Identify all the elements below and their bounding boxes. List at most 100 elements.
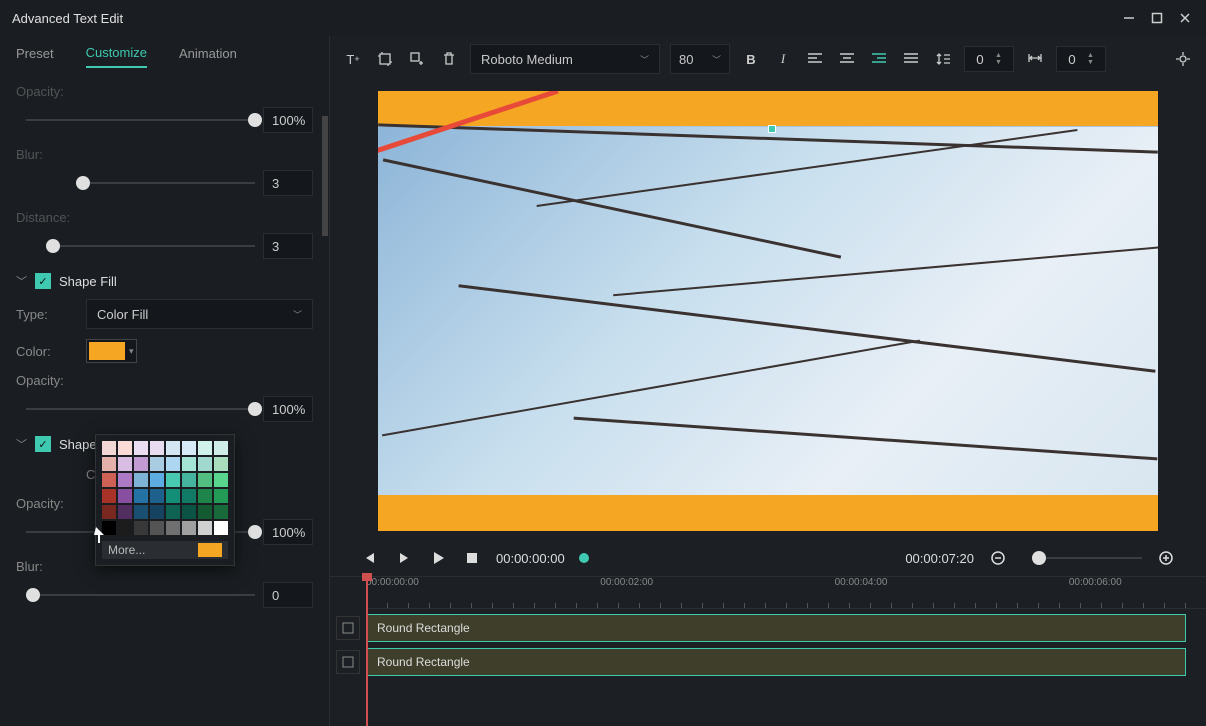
align-justify-icon[interactable] xyxy=(900,48,922,70)
color-cell[interactable] xyxy=(150,473,164,487)
timeline-clip[interactable]: Round Rectangle xyxy=(366,648,1186,676)
color-cell[interactable] xyxy=(150,521,164,535)
opacity-slider[interactable] xyxy=(26,119,255,121)
align-right-icon[interactable] xyxy=(868,48,890,70)
align-left-icon[interactable] xyxy=(804,48,826,70)
blur-value[interactable]: 3 xyxy=(263,170,313,196)
trash-icon[interactable] xyxy=(438,48,460,70)
more-colors-button[interactable]: More... xyxy=(108,543,145,557)
zoom-slider[interactable] xyxy=(1032,557,1142,559)
track-icon[interactable] xyxy=(336,650,360,674)
crop-icon[interactable] xyxy=(374,48,396,70)
color-cell[interactable] xyxy=(102,521,116,535)
shape-add-icon[interactable] xyxy=(406,48,428,70)
color-cell[interactable] xyxy=(102,505,116,519)
font-dropdown[interactable]: Roboto Medium ﹀ xyxy=(470,44,660,74)
add-text-icon[interactable]: T+ xyxy=(342,48,364,70)
tab-customize[interactable]: Customize xyxy=(86,45,147,68)
color-cell[interactable] xyxy=(182,441,196,455)
color-cell[interactable] xyxy=(214,505,228,519)
distance-value[interactable]: 3 xyxy=(263,233,313,259)
timeline-clip[interactable]: Round Rectangle xyxy=(366,614,1186,642)
border-blur-value[interactable]: 0 xyxy=(263,582,313,608)
border-opacity-value[interactable]: 100% xyxy=(263,519,313,545)
color-cell[interactable] xyxy=(166,521,180,535)
fill-opacity-slider[interactable] xyxy=(26,408,255,410)
line-spacing-input[interactable]: ▲▼ xyxy=(964,46,1014,72)
color-cell[interactable] xyxy=(134,457,148,471)
color-cell[interactable] xyxy=(214,457,228,471)
fill-color-button[interactable]: ▾ xyxy=(86,339,137,363)
close-button[interactable] xyxy=(1176,9,1194,27)
border-blur-slider[interactable] xyxy=(26,594,255,596)
color-cell[interactable] xyxy=(166,473,180,487)
bold-button[interactable]: B xyxy=(740,48,762,70)
align-center-icon[interactable] xyxy=(836,48,858,70)
color-cell[interactable] xyxy=(150,457,164,471)
color-cell[interactable] xyxy=(166,505,180,519)
playhead[interactable] xyxy=(366,577,368,726)
color-cell[interactable] xyxy=(134,473,148,487)
shape-fill-checkbox[interactable]: ✓ xyxy=(35,273,51,289)
resize-handle[interactable] xyxy=(768,125,776,133)
color-cell[interactable] xyxy=(214,441,228,455)
color-cell[interactable] xyxy=(198,489,212,503)
color-cell[interactable] xyxy=(102,457,116,471)
color-cell[interactable] xyxy=(182,457,196,471)
tab-preset[interactable]: Preset xyxy=(16,46,54,67)
color-cell[interactable] xyxy=(102,473,116,487)
opacity-value[interactable]: 100% xyxy=(263,107,313,133)
chevron-down-icon[interactable]: ﹀ xyxy=(16,273,27,289)
color-cell[interactable] xyxy=(214,521,228,535)
color-cell[interactable] xyxy=(118,441,132,455)
italic-button[interactable]: I xyxy=(772,48,794,70)
font-size-dropdown[interactable]: 80 ﹀ xyxy=(670,44,730,74)
char-spacing-icon[interactable] xyxy=(1024,48,1046,70)
color-cell[interactable] xyxy=(198,457,212,471)
line-spacing-icon[interactable] xyxy=(932,48,954,70)
color-cell[interactable] xyxy=(118,457,132,471)
color-cell[interactable] xyxy=(134,505,148,519)
color-cell[interactable] xyxy=(214,473,228,487)
chevron-down-icon[interactable]: ﹀ xyxy=(16,436,27,452)
type-dropdown[interactable]: Color Fill ﹀ xyxy=(86,299,313,329)
distance-slider[interactable] xyxy=(46,245,255,247)
maximize-button[interactable] xyxy=(1148,9,1166,27)
color-cell[interactable] xyxy=(182,505,196,519)
color-cell[interactable] xyxy=(198,441,212,455)
color-cell[interactable] xyxy=(182,473,196,487)
stop-button[interactable] xyxy=(462,548,482,568)
color-cell[interactable] xyxy=(102,489,116,503)
preview-canvas[interactable] xyxy=(330,82,1206,540)
color-cell[interactable] xyxy=(102,441,116,455)
target-icon[interactable] xyxy=(1172,48,1194,70)
color-cell[interactable] xyxy=(134,441,148,455)
color-cell[interactable] xyxy=(198,521,212,535)
color-cell[interactable] xyxy=(150,441,164,455)
fill-opacity-value[interactable]: 100% xyxy=(263,396,313,422)
color-cell[interactable] xyxy=(198,473,212,487)
color-cell[interactable] xyxy=(118,521,132,535)
zoom-in-button[interactable] xyxy=(1156,548,1176,568)
tab-animation[interactable]: Animation xyxy=(179,46,237,67)
color-cell[interactable] xyxy=(150,489,164,503)
prev-frame-button[interactable] xyxy=(360,548,380,568)
color-cell[interactable] xyxy=(118,505,132,519)
timeline-ruler[interactable]: 00:00:00:0000:00:02:0000:00:04:0000:00:0… xyxy=(366,577,1206,609)
color-cell[interactable] xyxy=(150,505,164,519)
color-cell[interactable] xyxy=(134,489,148,503)
track-icon[interactable] xyxy=(336,616,360,640)
color-cell[interactable] xyxy=(198,505,212,519)
color-cell[interactable] xyxy=(166,457,180,471)
color-cell[interactable] xyxy=(182,521,196,535)
color-cell[interactable] xyxy=(214,489,228,503)
color-cell[interactable] xyxy=(118,473,132,487)
blur-slider[interactable] xyxy=(76,182,255,184)
color-cell[interactable] xyxy=(182,489,196,503)
shape-border-checkbox[interactable]: ✓ xyxy=(35,436,51,452)
color-cell[interactable] xyxy=(118,489,132,503)
zoom-out-button[interactable] xyxy=(988,548,1008,568)
sidebar-scrollbar[interactable] xyxy=(322,116,328,236)
play-button[interactable] xyxy=(428,548,448,568)
minimize-button[interactable] xyxy=(1120,9,1138,27)
